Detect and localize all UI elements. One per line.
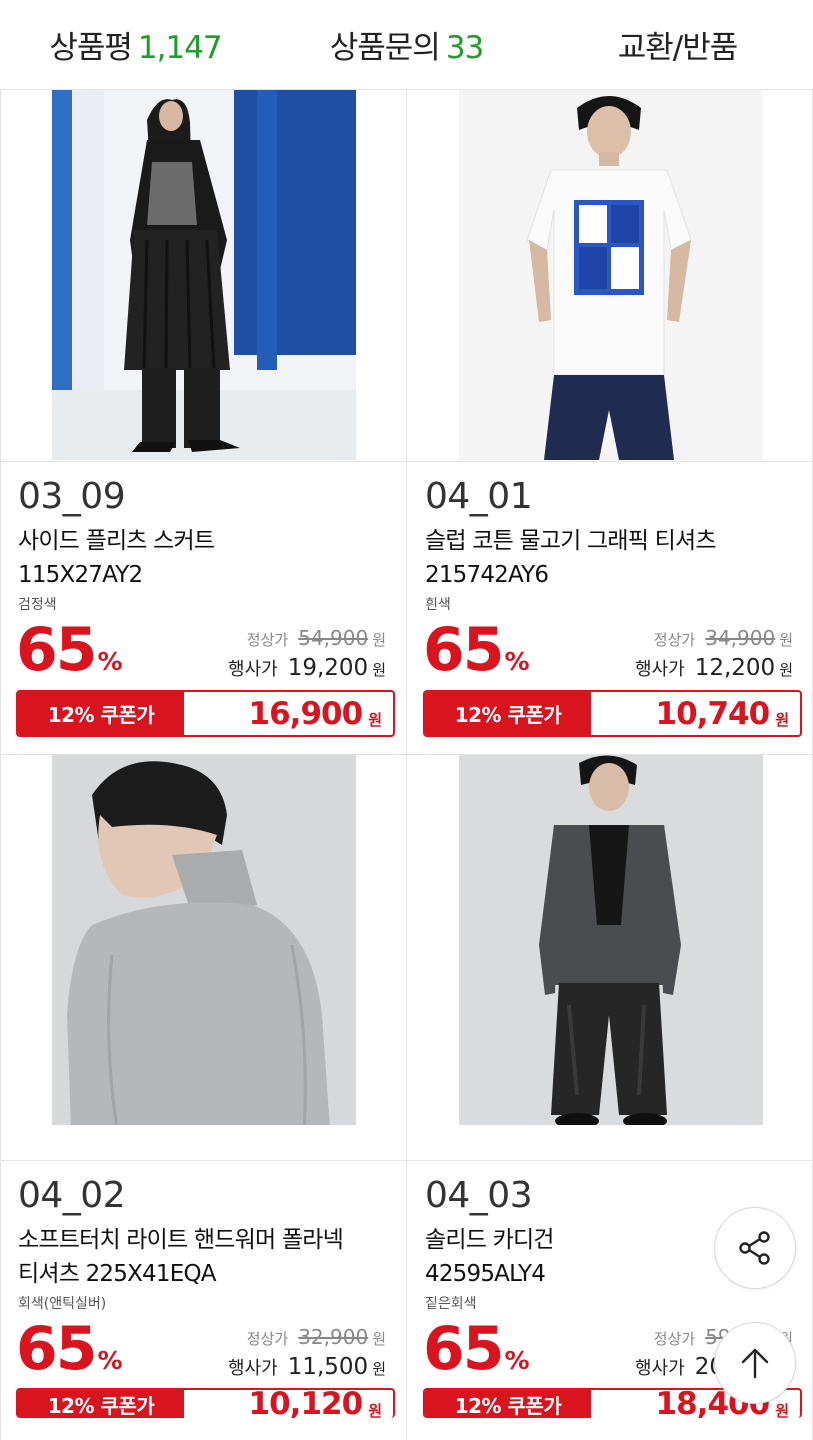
discount-rate: 65% — [16, 1314, 123, 1395]
tab-label: 교환/반품 — [617, 30, 739, 66]
tab-count: 33 — [445, 30, 484, 66]
original-price: 정상가 32,900 원 — [247, 1325, 386, 1349]
product-sku: 215742AY6 — [425, 562, 549, 588]
event-price-label: 행사가 — [635, 1358, 685, 1379]
currency-unit: 원 — [372, 661, 386, 679]
original-price-value: 34,900 — [705, 626, 776, 650]
coupon-price-box[interactable]: 12% 쿠폰가 10,740 원 — [423, 690, 802, 737]
tab-count: 1,147 — [137, 30, 223, 66]
event-price-value: 19,200 — [287, 655, 369, 681]
product-color: 흰색 — [425, 597, 451, 613]
event-price: 행사가 11,500 원 — [228, 1354, 386, 1380]
coupon-label: 12% 쿠폰가 — [18, 692, 184, 735]
original-price-value: 54,900 — [298, 626, 369, 650]
divider — [407, 1160, 813, 1161]
original-price-label: 정상가 — [653, 1330, 696, 1348]
coupon-price-value: 10,120 — [248, 1388, 364, 1418]
coupon-label: 12% 쿠폰가 — [425, 1390, 591, 1418]
tab-exchange-return[interactable]: 교환/반품 — [542, 22, 813, 67]
original-price: 정상가 34,900 원 — [654, 626, 793, 650]
product-code: 04_02 — [18, 1175, 126, 1216]
discount-value: 65 — [423, 615, 504, 685]
arrow-up-icon — [741, 1348, 769, 1379]
coupon-price: 10,740 원 — [591, 692, 800, 735]
product-image[interactable] — [52, 90, 356, 460]
product-image[interactable] — [459, 755, 763, 1125]
product-title: 사이드 플리츠 스커트 — [18, 528, 215, 554]
currency-unit: 원 — [372, 1360, 386, 1378]
original-price-label: 정상가 — [653, 631, 696, 649]
share-button[interactable] — [714, 1207, 796, 1289]
original-price-label: 정상가 — [246, 1330, 289, 1348]
product-grid: 03_09 사이드 플리츠 스커트 115X27AY2 검정색 65% 정상가 54… — [0, 90, 813, 1440]
original-price-label: 정상가 — [246, 631, 289, 649]
product-image[interactable] — [459, 90, 763, 460]
product-code: 03_09 — [18, 476, 126, 517]
coupon-price: 16,900 원 — [184, 692, 393, 735]
product-name[interactable]: 슬럽 코튼 물고기 그래픽 티셔츠 215742AY6 — [425, 524, 795, 592]
product-name[interactable]: 소프트터치 라이트 핸드워머 폴라넥티셔츠 225X41EQA — [18, 1223, 388, 1291]
product-color: 검정색 — [18, 597, 57, 613]
currency-unit: 원 — [368, 1401, 382, 1419]
product-color: 회색(앤틱실버) — [18, 1296, 107, 1312]
event-price-label: 행사가 — [228, 659, 278, 680]
divider — [0, 1160, 406, 1161]
coupon-price: 10,120 원 — [184, 1390, 393, 1418]
discount-value: 65 — [16, 615, 97, 685]
currency-unit: 원 — [775, 711, 789, 729]
event-price-value: 12,200 — [694, 655, 776, 681]
product-title: 슬럽 코튼 물고기 그래픽 티셔츠 — [425, 528, 717, 554]
currency-unit: 원 — [372, 1330, 386, 1348]
coupon-price-box[interactable]: 12% 쿠폰가 16,900 원 — [16, 690, 395, 737]
divider — [0, 461, 406, 462]
tab-label: 상품평 — [49, 30, 133, 66]
currency-unit: 원 — [779, 661, 793, 679]
discount-rate: 65% — [423, 1314, 530, 1395]
coupon-label: 12% 쿠폰가 — [18, 1390, 184, 1418]
discount-value: 65 — [16, 1314, 97, 1384]
tab-reviews[interactable]: 상품평 1,147 — [0, 22, 271, 67]
tab-inquiries[interactable]: 상품문의 33 — [271, 22, 542, 67]
product-card[interactable]: 03_09 사이드 플리츠 스커트 115X27AY2 검정색 65% 정상가 54… — [0, 90, 406, 754]
product-card[interactable]: 04_01 슬럽 코튼 물고기 그래픽 티셔츠 215742AY6 흰색 65% … — [407, 90, 813, 754]
event-price: 행사가 19,200 원 — [228, 655, 386, 681]
coupon-price-value: 16,900 — [248, 695, 364, 732]
discount-value: 65 — [423, 1314, 504, 1384]
original-price-value: 32,900 — [298, 1325, 369, 1349]
divider — [407, 461, 813, 462]
currency-unit: 원 — [779, 631, 793, 649]
percent-sign: % — [504, 647, 530, 676]
original-price: 정상가 54,900 원 — [247, 626, 386, 650]
product-color: 짙은회색 — [425, 1296, 477, 1312]
currency-unit: 원 — [372, 631, 386, 649]
review-tabs: 상품평 1,147 상품문의 33 교환/반품 — [0, 0, 813, 90]
percent-sign: % — [97, 647, 123, 676]
product-card[interactable]: 04_03 솔리드 카디건42595ALY4 짙은회색 65% 정상가59,90… — [407, 755, 813, 1419]
discount-rate: 65% — [16, 615, 123, 696]
event-price-label: 행사가 — [635, 659, 685, 680]
product-sku: 티셔츠 225X41EQA — [18, 1261, 216, 1287]
scroll-to-top-button[interactable] — [714, 1322, 796, 1404]
share-icon — [739, 1231, 770, 1265]
product-sku: 115X27AY2 — [18, 562, 143, 588]
product-code: 04_03 — [425, 1175, 533, 1216]
event-price-value: 11,500 — [287, 1354, 369, 1380]
product-image[interactable] — [52, 755, 356, 1125]
percent-sign: % — [97, 1346, 123, 1375]
coupon-label: 12% 쿠폰가 — [425, 692, 591, 735]
discount-rate: 65% — [423, 615, 530, 696]
event-price: 행사가 12,200 원 — [635, 655, 793, 681]
product-code: 04_01 — [425, 476, 533, 517]
coupon-price-box[interactable]: 12% 쿠폰가 10,120 원 — [16, 1388, 395, 1418]
event-price-label: 행사가 — [228, 1358, 278, 1379]
tab-label: 상품문의 — [329, 30, 441, 66]
coupon-price-value: 10,740 — [655, 695, 771, 732]
currency-unit: 원 — [368, 711, 382, 729]
currency-unit: 원 — [775, 1401, 789, 1419]
product-title: 소프트터치 라이트 핸드워머 폴라넥 — [18, 1227, 344, 1253]
percent-sign: % — [504, 1346, 530, 1375]
product-name[interactable]: 사이드 플리츠 스커트 115X27AY2 — [18, 524, 388, 592]
product-card[interactable]: 04_02 소프트터치 라이트 핸드워머 폴라넥티셔츠 225X41EQA 회색… — [0, 755, 406, 1419]
